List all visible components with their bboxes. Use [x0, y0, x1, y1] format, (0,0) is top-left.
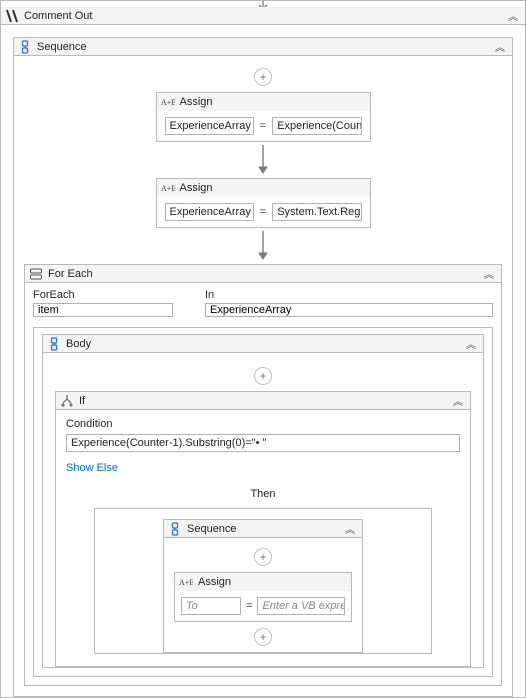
comment-out-header[interactable]: Comment Out ︽: [1, 7, 525, 25]
sequence-icon: [18, 40, 32, 54]
body-activity[interactable]: Body ︽ +: [42, 334, 484, 668]
sequence-icon: [168, 522, 182, 536]
collapse-icon[interactable]: ︽: [342, 521, 358, 536]
body-header[interactable]: Body ︽: [43, 335, 483, 353]
assign-to-field[interactable]: ExperienceArray: [165, 203, 254, 221]
if-icon: [60, 394, 74, 408]
assign-value-field[interactable]: System.Text.Regula: [272, 203, 361, 221]
foreach-header[interactable]: For Each ︽: [25, 265, 501, 283]
flow-arrow-icon: [24, 142, 502, 178]
svg-text:A+B: A+B: [179, 578, 193, 587]
add-activity-button[interactable]: +: [254, 548, 272, 566]
assign-to-field[interactable]: To: [181, 597, 241, 615]
svg-text:A+B: A+B: [161, 98, 175, 107]
foreach-icon: [29, 267, 43, 281]
assign-header[interactable]: A+B Assign: [157, 93, 370, 111]
assign-value-field[interactable]: Enter a VB expressi: [257, 597, 345, 615]
assign-activity[interactable]: A+B Assign ExperienceArray = System.Text…: [156, 178, 371, 228]
foreach-in-input[interactable]: [210, 304, 488, 316]
then-label: Then: [66, 488, 460, 500]
equals-label: =: [260, 206, 266, 218]
assign-icon: A+B: [161, 95, 175, 109]
assign-header[interactable]: A+B Assign: [157, 179, 370, 197]
if-title: If: [79, 395, 445, 407]
collapse-icon[interactable]: ︽: [463, 336, 479, 351]
assign-title: Assign: [198, 576, 347, 588]
svg-text:A+B: A+B: [161, 184, 175, 193]
equals-label: =: [246, 600, 252, 612]
foreach-var-input[interactable]: [38, 304, 168, 316]
assign-icon: A+B: [161, 181, 175, 195]
collapse-icon[interactable]: ︽: [450, 393, 466, 408]
condition-label: Condition: [66, 418, 460, 430]
if-activity[interactable]: If ︽ Condition Experience(Counter-1).Sub…: [55, 391, 471, 667]
foreach-var-field[interactable]: [33, 303, 173, 317]
assign-header[interactable]: A+B Assign: [175, 573, 351, 591]
assign-title: Assign: [180, 96, 366, 108]
condition-field[interactable]: Experience(Counter-1).Substring(0)="• ": [66, 434, 460, 452]
then-drop-area[interactable]: Sequence ︽ +: [94, 508, 432, 654]
collapse-icon[interactable]: ︽: [481, 266, 497, 281]
foreach-var-label: ForEach: [33, 289, 173, 301]
foreach-in-label: In: [205, 289, 493, 301]
assign-icon: A+B: [179, 575, 193, 589]
sequence-header[interactable]: Sequence ︽: [164, 520, 362, 538]
assign-to-field[interactable]: ExperienceArray: [165, 117, 254, 135]
show-else-link[interactable]: Show Else: [66, 462, 460, 474]
foreach-activity[interactable]: For Each ︽ ForEach In: [24, 264, 502, 686]
add-activity-button[interactable]: +: [254, 367, 272, 385]
comment-out-activity[interactable]: Comment Out ︽ Sequence ︽ +: [0, 0, 526, 698]
comment-out-title: Comment Out: [24, 10, 500, 22]
collapse-icon[interactable]: ︽: [492, 39, 508, 54]
assign-activity[interactable]: A+B Assign ExperienceArray = Experience(…: [156, 92, 371, 142]
sequence-title: Sequence: [187, 523, 337, 535]
if-header[interactable]: If ︽: [56, 392, 470, 410]
add-activity-button[interactable]: +: [254, 68, 272, 86]
equals-label: =: [260, 120, 266, 132]
body-title: Body: [66, 338, 458, 350]
sequence-activity[interactable]: Sequence ︽ +: [163, 519, 363, 653]
flow-arrow-icon: [24, 228, 502, 264]
assign-value-field[interactable]: Experience(Counte: [272, 117, 361, 135]
foreach-in-field[interactable]: [205, 303, 493, 317]
sequence-activity[interactable]: Sequence ︽ + A+B Assign ExperienceArray …: [13, 37, 513, 697]
add-activity-button[interactable]: +: [254, 628, 272, 646]
assign-title: Assign: [180, 182, 366, 194]
sequence-header[interactable]: Sequence ︽: [14, 38, 512, 56]
foreach-body-panel[interactable]: Body ︽ +: [33, 327, 493, 677]
foreach-title: For Each: [48, 268, 476, 280]
comment-out-icon: [5, 9, 19, 23]
assign-activity[interactable]: A+B Assign: [174, 572, 352, 622]
sequence-title: Sequence: [37, 41, 487, 53]
collapse-icon[interactable]: ︽: [505, 8, 521, 23]
sequence-icon: [47, 337, 61, 351]
